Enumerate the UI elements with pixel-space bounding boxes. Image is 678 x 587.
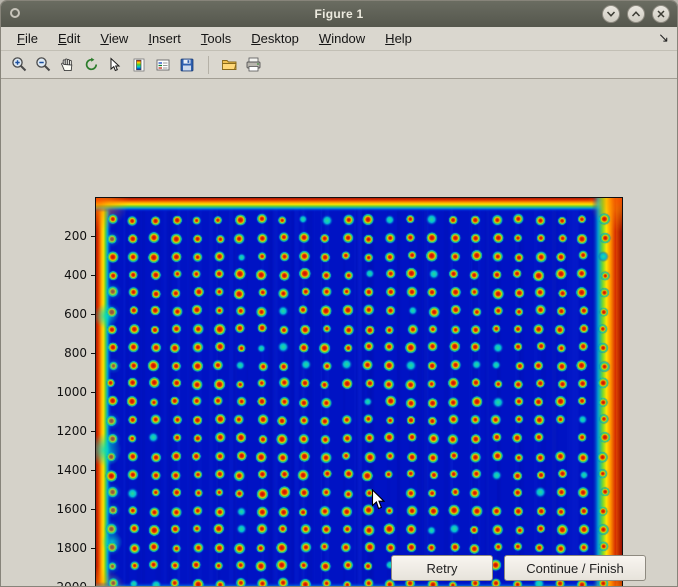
open-folder-icon (221, 56, 238, 73)
chevron-down-icon (606, 9, 616, 19)
zoom-out-icon (35, 56, 52, 73)
close-window-button[interactable] (652, 5, 670, 23)
menu-desktop[interactable]: Desktop (241, 28, 309, 49)
colorbar-button[interactable] (127, 53, 151, 77)
menu-edit[interactable]: Edit (48, 28, 90, 49)
figure-window: Figure 1 File Edit View Insert Tools Des… (0, 0, 678, 587)
y-tickmark (91, 236, 95, 237)
shade-window-button[interactable] (602, 5, 620, 23)
continue-finish-button[interactable]: Continue / Finish (504, 555, 646, 581)
pan-hand-icon (59, 57, 75, 73)
y-tick-label: 1000 (37, 385, 87, 399)
y-tick-label: 800 (37, 346, 87, 360)
menu-file[interactable]: File (7, 28, 48, 49)
zoom-in-button[interactable] (7, 53, 31, 77)
y-tickmark (91, 275, 95, 276)
menu-view[interactable]: View (90, 28, 138, 49)
save-figure-button[interactable] (175, 53, 199, 77)
zoom-out-button[interactable] (31, 53, 55, 77)
y-tick-label: 1400 (37, 463, 87, 477)
chevron-up-icon (631, 9, 641, 19)
y-tick-label: 2000 (37, 580, 87, 587)
y-tickmark (91, 509, 95, 510)
print-icon (245, 56, 262, 73)
y-tickmark (91, 470, 95, 471)
dock-figure-icon[interactable]: ↘ (658, 30, 669, 46)
menu-insert[interactable]: Insert (138, 28, 191, 49)
y-tickmark (91, 314, 95, 315)
y-tick-label: 1600 (37, 502, 87, 516)
figure-toolbar (1, 51, 677, 79)
data-cursor-icon (107, 57, 123, 73)
y-tick-label: 1200 (37, 424, 87, 438)
y-tickmark (91, 392, 95, 393)
menubar: File Edit View Insert Tools Desktop Wind… (1, 27, 677, 51)
insert-legend-button[interactable] (151, 53, 175, 77)
colorbar-icon (131, 57, 147, 73)
y-tick-label: 1800 (37, 541, 87, 555)
save-icon (179, 57, 195, 73)
y-tickmark (91, 431, 95, 432)
figure-canvas-area: 200 400 600 800 1000 1200 1400 1600 1800… (1, 79, 677, 586)
toolbar-separator (199, 56, 209, 74)
menu-window[interactable]: Window (309, 28, 375, 49)
scan-canvas[interactable] (96, 198, 622, 587)
retry-button[interactable]: Retry (391, 555, 493, 581)
print-figure-button[interactable] (241, 53, 265, 77)
y-tickmark (91, 548, 95, 549)
y-tick-label: 600 (37, 307, 87, 321)
titlebar[interactable]: Figure 1 (1, 1, 677, 28)
rotate-3d-icon (83, 56, 100, 73)
image-axes (95, 197, 623, 587)
y-tickmark (91, 353, 95, 354)
menu-tools[interactable]: Tools (191, 28, 241, 49)
y-tick-label: 400 (37, 268, 87, 282)
zoom-in-icon (11, 56, 28, 73)
maximize-window-button[interactable] (627, 5, 645, 23)
close-icon (656, 9, 666, 19)
data-cursor-button[interactable] (103, 53, 127, 77)
y-tick-label: 200 (37, 229, 87, 243)
pan-button[interactable] (55, 53, 79, 77)
menu-help[interactable]: Help (375, 28, 422, 49)
insert-legend-icon (155, 57, 171, 73)
window-controls (602, 5, 670, 23)
rotate-3d-button[interactable] (79, 53, 103, 77)
window-title: Figure 1 (1, 7, 677, 21)
open-file-button[interactable] (217, 53, 241, 77)
